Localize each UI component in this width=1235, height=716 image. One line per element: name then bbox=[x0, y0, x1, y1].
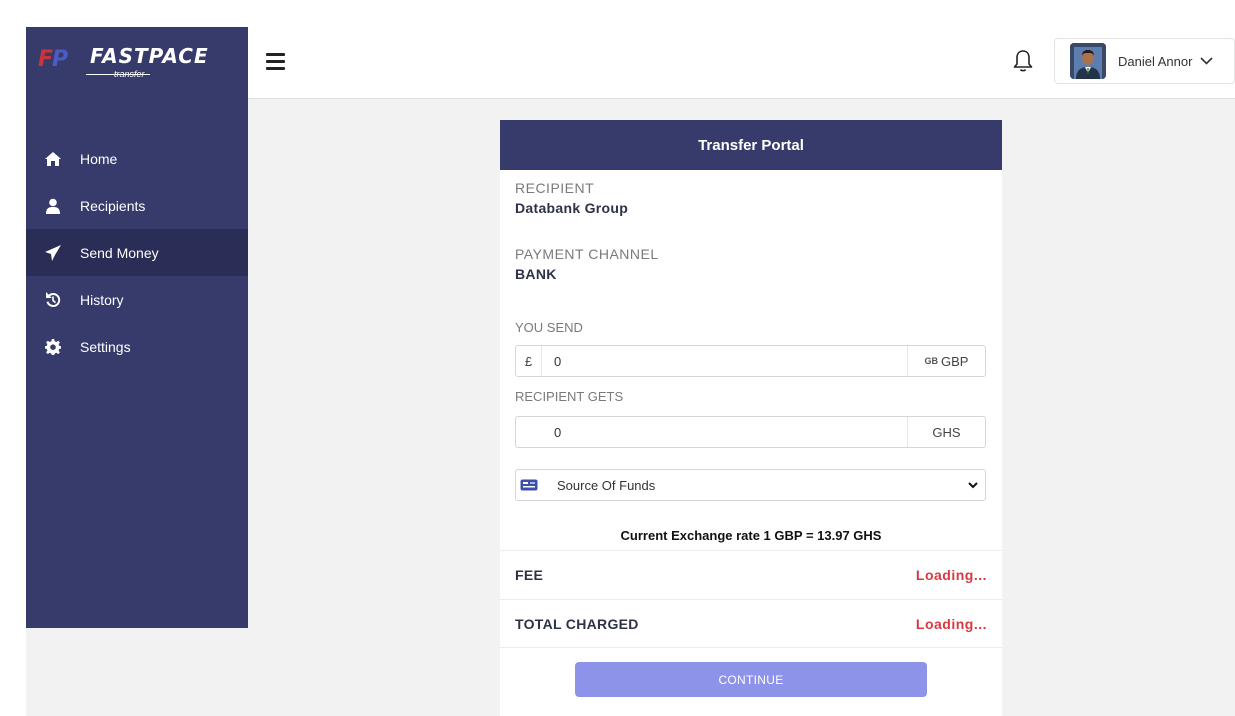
recipient-label: RECIPIENT bbox=[515, 180, 595, 196]
sidebar-item-label: Home bbox=[80, 150, 118, 167]
hamburger-menu-icon[interactable] bbox=[266, 53, 285, 70]
total-charged-label: TOTAL CHARGED bbox=[515, 615, 639, 632]
you-send-label: YOU SEND bbox=[515, 320, 583, 335]
continue-button[interactable]: CONTINUE bbox=[575, 662, 927, 697]
user-icon bbox=[42, 197, 64, 215]
recipient-gets-label: RECIPIENT GETS bbox=[515, 389, 624, 404]
user-menu[interactable]: Daniel Annor bbox=[1054, 38, 1235, 84]
recipient-field: RECIPIENT Databank Group bbox=[515, 180, 628, 216]
brand-name: FASTPACE bbox=[90, 44, 209, 68]
recipient-gets-group: GHS bbox=[515, 416, 986, 448]
fee-value: Loading... bbox=[915, 567, 987, 583]
you-send-group: £ GBGBP bbox=[515, 345, 986, 377]
paper-plane-icon bbox=[42, 244, 64, 262]
top-header: Daniel Annor bbox=[248, 27, 1235, 99]
total-charged-row: TOTAL CHARGED Loading... bbox=[500, 599, 1002, 648]
sidebar: FP FASTPACE transfer Home Recipients Sen… bbox=[26, 27, 248, 628]
sidebar-item-label: Recipients bbox=[80, 197, 146, 214]
sidebar-item-home[interactable]: Home bbox=[26, 135, 248, 182]
user-name: Daniel Annor bbox=[1118, 53, 1193, 69]
payment-channel-field: PAYMENT CHANNEL BANK bbox=[515, 246, 659, 282]
brand-logo[interactable]: FP FASTPACE transfer bbox=[26, 27, 248, 99]
send-currency-code: GBP bbox=[941, 353, 969, 369]
source-of-funds-select[interactable]: Source Of Funds bbox=[515, 469, 986, 501]
sidebar-item-history[interactable]: History bbox=[26, 276, 248, 323]
home-icon bbox=[42, 150, 64, 168]
fee-row: FEE Loading... bbox=[500, 550, 1002, 599]
sidebar-item-settings[interactable]: Settings bbox=[26, 323, 248, 370]
sidebar-item-label: History bbox=[80, 291, 124, 308]
app-frame: FP FASTPACE transfer Home Recipients Sen… bbox=[26, 27, 1235, 716]
exchange-rate: Current Exchange rate 1 GBP = 13.97 GHS bbox=[620, 528, 882, 543]
pound-prefix: £ bbox=[516, 346, 542, 376]
gets-currency: GHS bbox=[907, 417, 985, 447]
sidebar-item-label: Settings bbox=[80, 338, 131, 355]
history-icon bbox=[42, 291, 64, 309]
payment-channel-label: PAYMENT CHANNEL bbox=[515, 246, 659, 262]
brand-mark: FP bbox=[38, 47, 68, 72]
sidebar-item-label: Send Money bbox=[80, 244, 159, 261]
recipient-gets-input[interactable] bbox=[516, 417, 907, 447]
avatar bbox=[1070, 43, 1106, 79]
sidebar-item-send-money[interactable]: Send Money bbox=[26, 229, 248, 276]
payment-channel-value: BANK bbox=[515, 266, 557, 282]
total-charged-value: Loading... bbox=[915, 615, 987, 632]
fee-label: FEE bbox=[515, 567, 544, 583]
source-of-funds-value: Source Of Funds bbox=[557, 477, 656, 493]
send-currency: GB GBP bbox=[907, 346, 985, 376]
card-icon bbox=[516, 479, 542, 491]
transfer-card: Transfer Portal RECIPIENT Databank Group… bbox=[500, 120, 1002, 716]
chevron-down-icon bbox=[961, 481, 985, 489]
gb-flag-icon: GB bbox=[924, 356, 939, 366]
chevron-down-icon bbox=[1200, 52, 1214, 70]
you-send-input[interactable] bbox=[542, 346, 907, 376]
bell-icon[interactable] bbox=[1012, 49, 1034, 73]
card-title: Transfer Portal bbox=[500, 120, 1002, 170]
brand-sub: transfer bbox=[114, 69, 145, 79]
gear-icon bbox=[42, 338, 64, 356]
recipient-value: Databank Group bbox=[515, 200, 629, 216]
sidebar-nav: Home Recipients Send Money History Setti… bbox=[26, 135, 248, 370]
sidebar-item-recipients[interactable]: Recipients bbox=[26, 182, 248, 229]
